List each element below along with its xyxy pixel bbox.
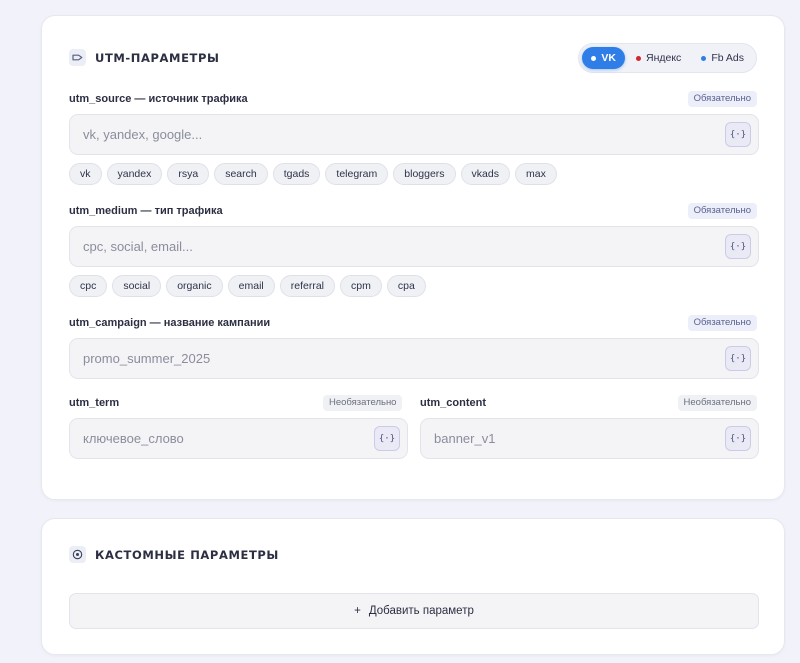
utm-source-label: utm_source — источник трафика: [69, 93, 248, 105]
preset-yandex-dot: [636, 55, 641, 61]
tag-icon: [69, 49, 86, 66]
plus-icon: +: [354, 605, 361, 617]
medium-chip[interactable]: social: [112, 275, 162, 297]
preset-fb-ads-label: Fb Ads: [711, 52, 744, 64]
utm-campaign-label: utm_campaign — название кампании: [69, 317, 271, 329]
preset-fb-ads[interactable]: Fb Ads: [692, 47, 753, 69]
utm-section-header: UTM-ПАРАМЕТРЫ: [69, 49, 220, 66]
utm-medium-input[interactable]: [83, 227, 714, 266]
custom-parameters-card: КАСТОМНЫЕ ПАРАМЕТРЫ + Добавить параметр: [41, 518, 785, 655]
source-chip[interactable]: tgads: [272, 163, 321, 185]
utm-content-input[interactable]: [434, 419, 714, 458]
source-chip[interactable]: vkads: [460, 163, 510, 185]
utm-term-label: utm_term: [69, 397, 120, 409]
utm-medium-chips: cpc social organic email referral cpm cp…: [69, 275, 426, 297]
utm-campaign-variable-button[interactable]: {·}: [725, 346, 751, 371]
medium-chip[interactable]: organic: [166, 275, 223, 297]
add-parameter-button[interactable]: + Добавить параметр: [69, 593, 759, 629]
utm-campaign-field: {·}: [69, 338, 759, 379]
utm-medium-variable-button[interactable]: {·}: [725, 234, 751, 259]
utm-term-variable-button[interactable]: {·}: [374, 426, 400, 451]
preset-vk[interactable]: VK: [582, 47, 625, 69]
medium-chip[interactable]: cpm: [340, 275, 382, 297]
utm-medium-required-badge: Обязательно: [687, 203, 757, 219]
source-chip[interactable]: yandex: [106, 163, 163, 185]
utm-term-input[interactable]: [83, 419, 363, 458]
source-chip[interactable]: vk: [69, 163, 102, 185]
utm-campaign-input[interactable]: [83, 339, 714, 378]
utm-content-variable-button[interactable]: {·}: [725, 426, 751, 451]
preset-vk-label: VK: [601, 52, 616, 64]
utm-term-optional-badge: Необязательно: [323, 395, 403, 411]
utm-content-field: {·}: [420, 418, 759, 459]
source-chip[interactable]: search: [214, 163, 268, 185]
utm-parameters-card: UTM-ПАРАМЕТРЫ VK Яндекс Fb Ads utm_sourc…: [41, 15, 785, 500]
preset-yandex-label: Яндекс: [646, 52, 682, 64]
source-chip[interactable]: telegram: [325, 163, 389, 185]
medium-chip[interactable]: cpc: [69, 275, 108, 297]
custom-section-header: КАСТОМНЫЕ ПАРАМЕТРЫ: [69, 546, 279, 563]
utm-term-field: {·}: [69, 418, 408, 459]
utm-source-field: {·}: [69, 114, 759, 155]
utm-source-required-badge: Обязательно: [687, 91, 757, 107]
custom-section-title: КАСТОМНЫЕ ПАРАМЕТРЫ: [95, 547, 279, 562]
utm-content-optional-badge: Необязательно: [677, 395, 757, 411]
source-chip[interactable]: bloggers: [393, 163, 456, 185]
utm-source-chips: vk yandex rsya search tgads telegram blo…: [69, 163, 557, 185]
preset-yandex[interactable]: Яндекс: [627, 47, 690, 69]
utm-content-label: utm_content: [420, 397, 486, 409]
medium-chip[interactable]: cpa: [386, 275, 426, 297]
utm-source-variable-button[interactable]: {·}: [725, 122, 751, 147]
preset-fb-ads-dot: [701, 55, 707, 61]
utm-section-title: UTM-ПАРАМЕТРЫ: [95, 50, 220, 65]
medium-chip[interactable]: email: [227, 275, 275, 297]
utm-medium-label: utm_medium — тип трафика: [69, 205, 223, 217]
settings-icon: [69, 546, 86, 563]
utm-campaign-required-badge: Обязательно: [687, 315, 757, 331]
medium-chip[interactable]: referral: [279, 275, 336, 297]
source-chip[interactable]: rsya: [167, 163, 210, 185]
preset-switcher: VK Яндекс Fb Ads: [578, 43, 757, 73]
utm-medium-field: {·}: [69, 226, 759, 267]
add-parameter-label: Добавить параметр: [368, 605, 474, 617]
utm-source-input[interactable]: [83, 115, 714, 154]
source-chip[interactable]: max: [514, 163, 557, 185]
preset-vk-dot: [591, 55, 597, 61]
